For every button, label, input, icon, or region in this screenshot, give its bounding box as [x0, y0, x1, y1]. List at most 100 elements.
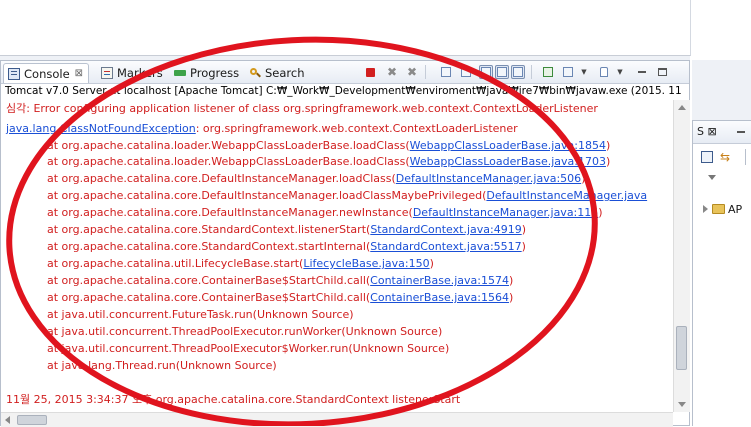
- tree-item[interactable]: AP: [703, 201, 742, 217]
- chevron-down-icon: ▼: [617, 68, 623, 76]
- source-link[interactable]: DefaultInstanceManager.java:506: [396, 172, 581, 185]
- trace-text: ): [605, 139, 611, 152]
- scroll-left-arrow-icon[interactable]: [5, 416, 10, 424]
- console-output[interactable]: 심각: Error configuring application listen…: [1, 100, 673, 412]
- trace-text: at org.apache.catalina.core.ContainerBas…: [47, 274, 371, 287]
- log-line: 심각: Error configuring application listen…: [6, 102, 598, 115]
- tab-markers[interactable]: Markers: [101, 63, 163, 82]
- trace-text: ): [521, 223, 526, 236]
- side-view-tab[interactable]: S ⊠: [697, 125, 717, 138]
- editor-area: [0, 0, 691, 56]
- trace-text: at org.apache.catalina.core.DefaultInsta…: [47, 172, 396, 185]
- tab-console-label: Console: [24, 66, 70, 81]
- stack-trace-line: at org.apache.catalina.core.DefaultInsta…: [47, 205, 603, 221]
- trace-text: ): [508, 291, 514, 304]
- log-text: : org.springframework.web.context.Contex…: [195, 122, 518, 135]
- source-link[interactable]: DefaultInstanceManager.java:115: [413, 206, 598, 219]
- remove-all-icon: ✖: [406, 65, 418, 79]
- pin-console-button[interactable]: [541, 65, 555, 79]
- trace-text: ): [429, 257, 434, 270]
- scroll-lock-button[interactable]: [459, 65, 473, 79]
- toolbar-separator: [425, 65, 426, 79]
- chevron-down-icon: ▼: [581, 68, 587, 76]
- console-view: Console ⊠ Markers Progress Search ✖ ✖ ▼ …: [0, 60, 690, 427]
- side-view: S ⊠ ⇆ AP: [692, 120, 751, 426]
- side-area-top: [692, 60, 751, 120]
- scroll-thumb[interactable]: [17, 415, 47, 425]
- exception-link[interactable]: java.lang.ClassNotFoundException: [6, 122, 196, 135]
- stack-trace-line: at org.apache.catalina.core.DefaultInsta…: [47, 171, 585, 187]
- scroll-up-arrow-icon[interactable]: [678, 105, 686, 110]
- source-link[interactable]: ContainerBase.java:1574: [370, 274, 509, 287]
- stack-trace-line: at org.apache.catalina.loader.WebappClas…: [47, 154, 610, 170]
- terminate-button[interactable]: [363, 65, 377, 79]
- source-link[interactable]: DefaultInstanceManager.java: [486, 189, 647, 202]
- trace-text: at org.apache.catalina.core.ContainerBas…: [47, 291, 371, 304]
- tab-markers-label: Markers: [117, 65, 163, 80]
- tab-progress[interactable]: Progress: [174, 63, 239, 82]
- link-editor-icon[interactable]: ⇆: [720, 150, 730, 164]
- tab-progress-label: Progress: [190, 65, 240, 80]
- trace-text: at org.apache.catalina.util.LifecycleBas…: [47, 257, 304, 270]
- open-console-button[interactable]: [597, 65, 611, 79]
- clear-console-button[interactable]: [439, 65, 453, 79]
- stack-trace-line: at org.apache.catalina.core.StandardCont…: [47, 222, 526, 238]
- show-error-icon: [513, 67, 523, 77]
- stack-trace-line: at org.apache.catalina.util.LifecycleBas…: [47, 256, 434, 272]
- clear-icon: [441, 67, 451, 77]
- collapse-all-icon[interactable]: [701, 151, 713, 163]
- trace-text: at org.apache.catalina.loader.WebappClas…: [47, 139, 410, 152]
- minimize-icon: [638, 71, 646, 73]
- divider: [745, 149, 746, 165]
- remove-launch-button[interactable]: ✖: [385, 65, 399, 79]
- stack-trace-line: at org.apache.catalina.core.StandardCont…: [47, 239, 526, 255]
- stack-trace-line: at org.apache.catalina.core.DefaultInsta…: [47, 188, 647, 204]
- console-icon: [8, 67, 20, 80]
- display-console-icon: [563, 67, 573, 77]
- chevron-down-icon[interactable]: [708, 175, 716, 180]
- stack-trace-line: at org.apache.catalina.core.ContainerBas…: [47, 290, 513, 306]
- tab-console[interactable]: Console ⊠: [3, 63, 90, 83]
- stop-icon: [365, 67, 375, 77]
- scroll-thumb[interactable]: [676, 326, 687, 370]
- log-line: java.lang.ClassNotFoundException: org.sp…: [6, 121, 518, 137]
- side-view-tabbar: S ⊠: [693, 121, 751, 144]
- expand-arrow-icon[interactable]: [703, 205, 708, 213]
- pin-icon: [543, 67, 553, 77]
- maximize-button[interactable]: [655, 65, 669, 79]
- word-wrap-button[interactable]: [479, 65, 493, 79]
- stack-trace-line: at org.apache.catalina.loader.WebappClas…: [47, 138, 610, 154]
- progress-icon: [174, 67, 186, 79]
- display-console-dropdown[interactable]: ▼: [577, 65, 591, 79]
- source-link[interactable]: StandardContext.java:4919: [370, 223, 521, 236]
- stack-trace-line: at java.util.concurrent.ThreadPoolExecut…: [47, 325, 443, 338]
- display-selected-console-button[interactable]: [561, 65, 575, 79]
- open-console-dropdown[interactable]: ▼: [613, 65, 627, 79]
- trace-text: ): [598, 206, 603, 219]
- stack-trace-line: at java.util.concurrent.FutureTask.run(U…: [47, 308, 354, 321]
- view-tabbar: Console ⊠ Markers Progress Search ✖ ✖ ▼ …: [1, 61, 689, 84]
- scroll-down-arrow-icon[interactable]: [678, 402, 686, 407]
- source-link[interactable]: WebappClassLoaderBase.java:1703: [410, 155, 606, 168]
- source-link[interactable]: LifecycleBase.java:150: [303, 257, 429, 270]
- log-line: 11월 25, 2015 3:34:37 오후 org.apache.catal…: [6, 393, 461, 406]
- tab-search[interactable]: Search: [249, 63, 305, 82]
- trace-text: ): [581, 172, 586, 185]
- source-link[interactable]: ContainerBase.java:1564: [370, 291, 509, 304]
- vertical-scrollbar[interactable]: [673, 100, 690, 412]
- source-link[interactable]: WebappClassLoaderBase.java:1854: [410, 139, 606, 152]
- close-icon[interactable]: ⊠: [75, 68, 83, 79]
- tree-item-label: AP: [728, 202, 743, 216]
- minimize-icon[interactable]: [737, 131, 745, 133]
- open-console-icon: [600, 67, 608, 77]
- minimize-button[interactable]: [635, 65, 649, 79]
- trace-text: at org.apache.catalina.core.StandardCont…: [47, 240, 371, 253]
- source-link[interactable]: StandardContext.java:5517: [370, 240, 521, 253]
- process-title: Tomcat v7.0 Server at localhost [Apache …: [5, 85, 682, 97]
- horizontal-scrollbar[interactable]: [1, 412, 673, 427]
- stack-trace-line: at java.lang.Thread.run(Unknown Source): [47, 359, 277, 372]
- show-console-on-output-button[interactable]: [495, 65, 509, 79]
- remove-all-terminated-button[interactable]: ✖: [405, 65, 419, 79]
- trace-text: at org.apache.catalina.core.DefaultInsta…: [47, 206, 413, 219]
- show-console-on-error-button[interactable]: [511, 65, 525, 79]
